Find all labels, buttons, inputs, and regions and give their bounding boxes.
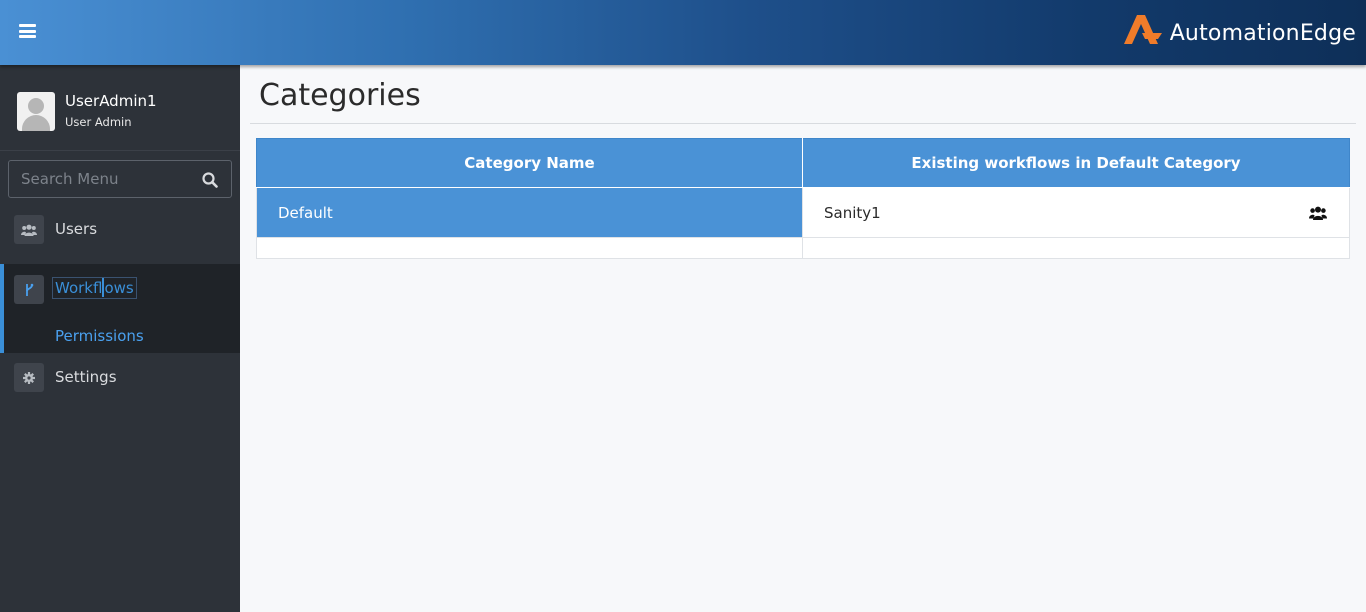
divider xyxy=(250,123,1356,124)
table-row[interactable]: Default Sanity1 xyxy=(256,187,1350,238)
category-cell[interactable]: Default xyxy=(256,187,803,238)
sidebar: UserAdmin1 User Admin Users xyxy=(0,65,240,612)
page-title: Categories xyxy=(259,78,421,113)
text-cursor xyxy=(102,277,105,297)
sidebar-item-label: Workfl ows xyxy=(52,277,137,299)
search-icon[interactable] xyxy=(202,172,218,188)
group-permissions-icon[interactable] xyxy=(1309,206,1327,220)
main-content: Categories Category Name Existing workfl… xyxy=(240,65,1366,612)
search-input[interactable] xyxy=(9,161,199,197)
sidebar-item-users[interactable]: Users xyxy=(0,206,240,254)
table-row xyxy=(256,237,1350,259)
user-panel: UserAdmin1 User Admin xyxy=(0,65,240,151)
sidebar-subitem-permissions[interactable]: Permissions xyxy=(55,327,144,345)
sidebar-item-label: Users xyxy=(55,220,98,238)
column-header-category-name: Category Name xyxy=(256,138,803,188)
categories-table: Category Name Existing workflows in Defa… xyxy=(256,138,1350,259)
sidebar-item-settings[interactable]: Settings xyxy=(0,354,240,402)
search-menu xyxy=(8,160,232,198)
column-header-existing-workflows: Existing workflows in Default Category xyxy=(802,138,1350,188)
top-header: AutomationEdge xyxy=(0,0,1366,65)
logo-mark-icon xyxy=(1123,15,1162,44)
avatar xyxy=(17,92,55,131)
sidebar-item-label: Settings xyxy=(55,368,117,386)
hamburger-icon[interactable] xyxy=(19,24,36,38)
gear-icon xyxy=(14,363,44,392)
brand-name: AutomationEdge xyxy=(1169,20,1356,46)
workflow-cell: Sanity1 xyxy=(802,187,1350,238)
user-name: UserAdmin1 xyxy=(65,92,157,110)
workflow-icon xyxy=(14,275,44,304)
users-icon xyxy=(14,215,44,244)
brand-logo: AutomationEdge xyxy=(1122,12,1356,46)
workflow-name: Sanity1 xyxy=(824,203,881,222)
sidebar-item-workflows[interactable]: Workfl ows Permissions xyxy=(0,264,240,353)
user-role: User Admin xyxy=(65,115,132,129)
empty-cell xyxy=(256,237,803,259)
empty-cell xyxy=(802,237,1350,259)
